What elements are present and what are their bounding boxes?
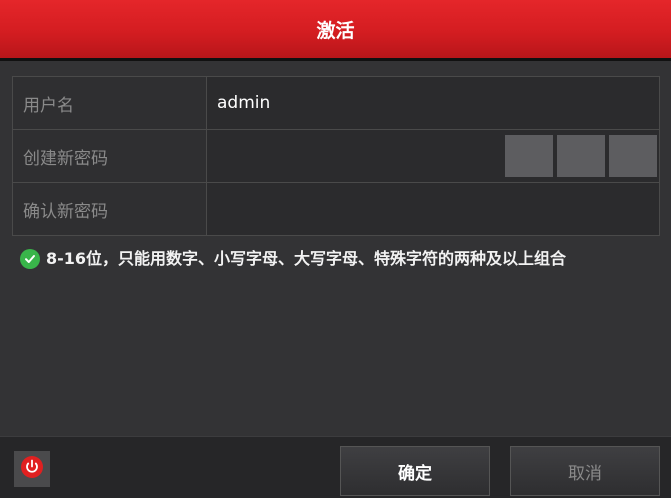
password-hint: 8-16位，只能用数字、小写字母、大写字母、特殊字符的两种及以上组合: [20, 246, 650, 272]
dialog-title: 激活: [316, 19, 355, 42]
new-password-label: 创建新密码: [13, 130, 207, 182]
power-button[interactable]: [14, 451, 50, 487]
activation-dialog: 激活 用户名 admin 创建新密码 确认新密码 8-16位，只能用数字、小写字: [0, 0, 671, 498]
power-icon: [20, 455, 44, 483]
check-circle-icon: [20, 249, 40, 269]
strength-segment: [609, 135, 657, 177]
strength-segment: [505, 135, 553, 177]
username-label: 用户名: [13, 77, 207, 129]
confirm-password-label: 确认新密码: [13, 183, 207, 235]
password-strength-meter: [505, 135, 657, 177]
activation-form: 用户名 admin 创建新密码 确认新密码: [12, 76, 660, 236]
confirm-button[interactable]: 确定: [340, 446, 490, 496]
strength-segment: [557, 135, 605, 177]
dialog-title-bar: 激活: [0, 0, 671, 61]
dialog-footer: 确定 取消: [0, 436, 671, 498]
cancel-button[interactable]: 取消: [510, 446, 660, 496]
password-hint-text: 8-16位，只能用数字、小写字母、大写字母、特殊字符的两种及以上组合: [46, 249, 567, 268]
username-field[interactable]: admin: [207, 77, 659, 129]
confirm-password-row: 确认新密码: [12, 183, 660, 236]
confirm-password-field[interactable]: [207, 183, 659, 235]
new-password-row: 创建新密码: [12, 130, 660, 183]
username-row: 用户名 admin: [12, 77, 660, 130]
